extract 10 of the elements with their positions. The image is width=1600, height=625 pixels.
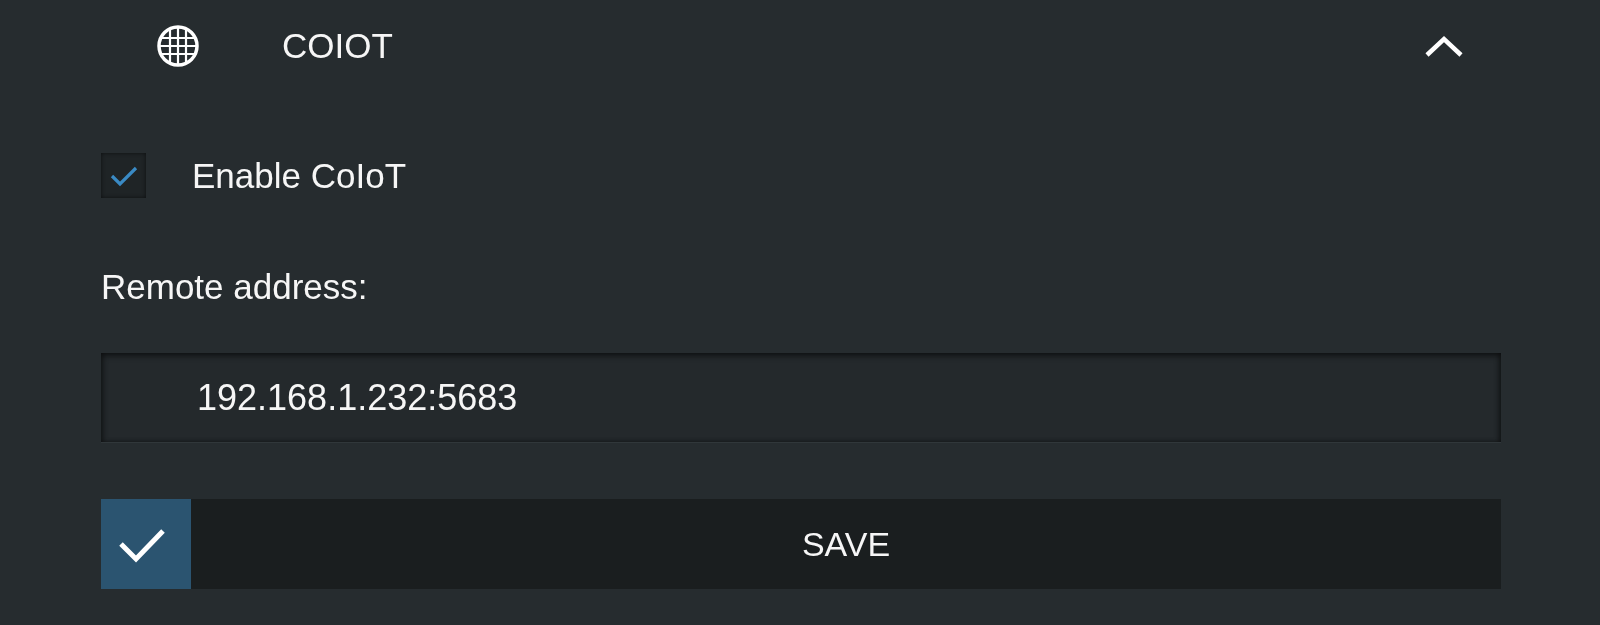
checkbox[interactable] [101, 153, 146, 198]
address-input[interactable]: 192.168.1.232:5683 [101, 353, 1501, 443]
globe-icon [157, 25, 199, 67]
field-label: Remote address: [101, 266, 368, 308]
chevron-up-icon[interactable] [1424, 34, 1464, 58]
check-icon [101, 499, 191, 589]
checkbox-label: Enable CoIoT [192, 155, 407, 196]
section-title: COIOT [282, 26, 394, 66]
checkmark-icon [109, 164, 138, 187]
save-button[interactable]: SAVE [101, 499, 1501, 589]
